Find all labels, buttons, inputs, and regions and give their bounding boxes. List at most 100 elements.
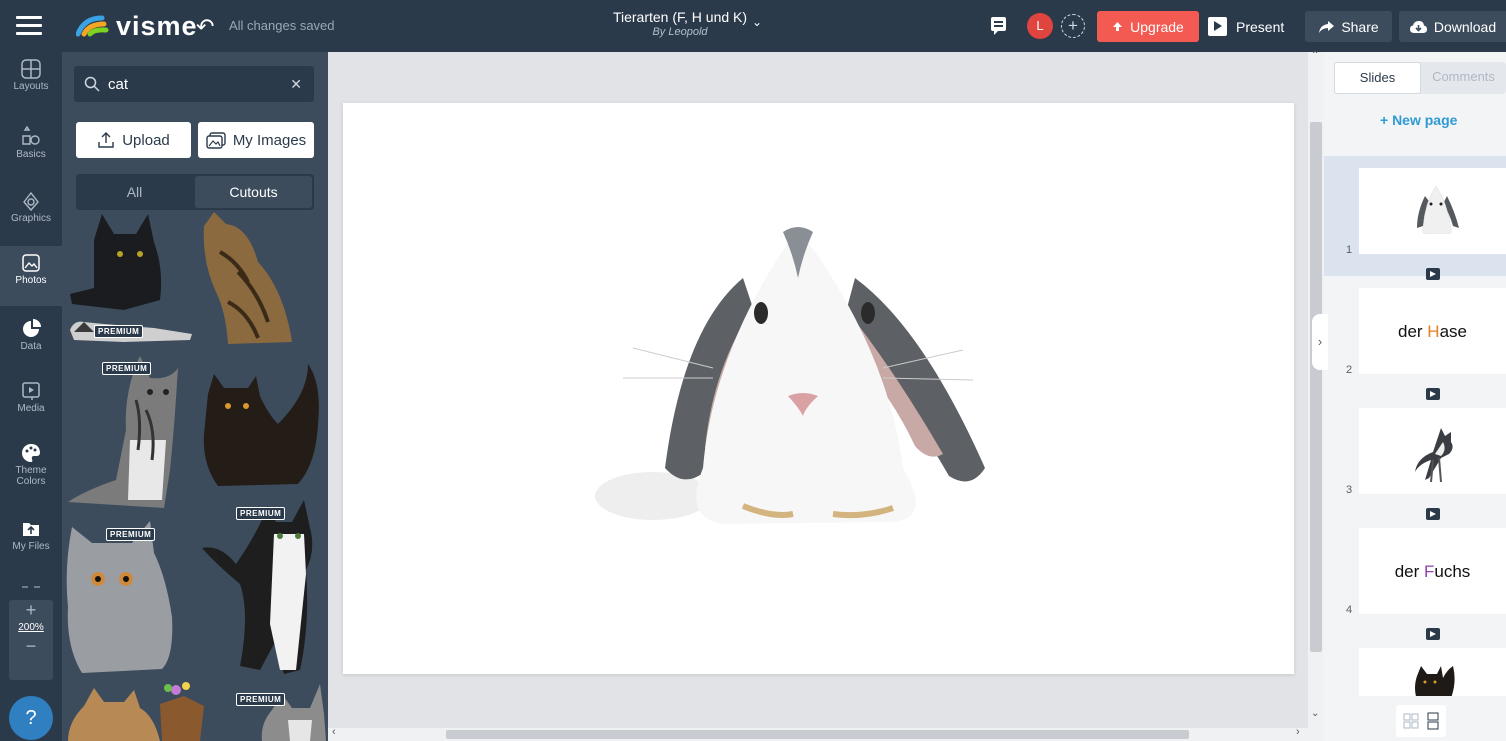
slide-text: der Fuchs [1359, 562, 1506, 582]
visme-logo-mark-icon [76, 15, 109, 37]
tab-cutouts[interactable]: Cutouts [195, 176, 312, 208]
cat-thumbnail-2[interactable] [198, 212, 298, 348]
tab-comments[interactable]: Comments [1421, 62, 1506, 94]
slides-panel: › Slides Comments + New page 1 der Hase … [1312, 52, 1506, 741]
nav-graphics-label: Graphics [10, 213, 51, 224]
cat-thumbnail-8[interactable] [64, 676, 224, 741]
horizontal-scrollbar[interactable]: ‹ › [328, 726, 1308, 741]
vertical-scrollbar[interactable]: ⌃ ⌄ [1308, 50, 1324, 741]
upload-button[interactable]: Upload [76, 122, 191, 158]
nav-photos[interactable]: Photos [0, 246, 62, 306]
nav-layouts[interactable]: Layouts [0, 58, 62, 114]
nav-data[interactable]: Data [0, 318, 62, 374]
nav-basics-label: Basics [16, 149, 46, 160]
slide-number: 3 [1346, 484, 1353, 496]
clear-search-icon[interactable]: ✕ [290, 76, 302, 93]
list-view-icon[interactable] [1427, 712, 1439, 730]
cat-thumbnail-5[interactable] [198, 354, 326, 488]
slide-thumbnail-4[interactable]: der Fuchs 4 [1324, 516, 1506, 640]
nav-media-label: Media [17, 403, 45, 414]
nav-photos-label: Photos [15, 275, 47, 286]
visme-logo[interactable]: visme [76, 10, 198, 42]
nav-my-files[interactable]: My Files [0, 518, 62, 574]
rabbit-image[interactable] [593, 218, 993, 528]
download-button[interactable]: Download [1399, 11, 1506, 42]
premium-badge: PREMIUM [106, 528, 156, 541]
document-author: By Leopold [652, 26, 708, 38]
share-button[interactable]: Share [1305, 11, 1392, 42]
app-name: visme [116, 10, 198, 41]
add-collaborator-icon[interactable]: + [1061, 14, 1085, 38]
help-button[interactable]: ? [9, 696, 53, 740]
document-title[interactable]: Tierarten (F, H und K) [580, 9, 780, 25]
share-arrow-icon [1319, 20, 1335, 33]
cat-thumbnail-7[interactable] [200, 494, 326, 680]
my-images-label: My Images [232, 131, 307, 149]
undo-icon[interactable]: ↶ [196, 14, 214, 40]
slide-thumbnail-2[interactable]: der Hase 2 [1324, 276, 1506, 400]
new-page-button[interactable]: + New page [1380, 112, 1457, 128]
fox-thumbnail-image [1415, 428, 1453, 483]
cloud-download-icon [1409, 20, 1427, 33]
view-toggle [1396, 705, 1446, 737]
premium-badge: PREMIUM [236, 507, 286, 520]
graphics-icon [23, 191, 39, 212]
slide-number: 2 [1346, 364, 1353, 376]
my-images-button[interactable]: My Images [198, 122, 314, 158]
nav-layouts-label: Layouts [13, 81, 49, 92]
zoom-in-button[interactable]: + [9, 600, 53, 620]
cat-thumbnail-1[interactable] [64, 210, 196, 316]
premium-badge: PREMIUM [102, 362, 152, 375]
search-box: ✕ [74, 66, 314, 102]
slide-thumbnail-3[interactable]: 3 [1324, 396, 1506, 520]
tab-slides[interactable]: Slides [1334, 62, 1421, 94]
slide-text-rest: ase [1439, 322, 1467, 341]
nav-divider [22, 586, 40, 588]
nav-my-files-label: My Files [12, 541, 50, 552]
premium-badge: PREMIUM [236, 693, 286, 706]
slides-panel-tabs: Slides Comments [1334, 62, 1506, 94]
vertical-scroll-thumb[interactable] [1310, 122, 1322, 652]
hamburger-menu-icon[interactable] [16, 16, 42, 36]
nav-graphics[interactable]: Graphics [0, 190, 62, 246]
my-files-icon [23, 523, 39, 536]
current-slide[interactable] [343, 103, 1294, 674]
horizontal-scroll-thumb[interactable] [446, 730, 1189, 739]
scroll-up-icon[interactable]: ⌃ [1311, 50, 1319, 61]
palette-icon [22, 444, 40, 462]
upgrade-button[interactable]: Upgrade [1097, 11, 1199, 42]
zoom-out-button[interactable]: − [9, 633, 53, 659]
play-icon [1208, 17, 1227, 36]
document-title-area[interactable]: Tierarten (F, H und K) By Leopold [580, 9, 780, 38]
slide-thumbnail-1[interactable]: 1 [1324, 156, 1506, 280]
slide-preview: der Fuchs [1359, 528, 1506, 614]
cat-thumbnail-9[interactable] [252, 680, 326, 741]
scroll-left-icon[interactable]: ‹ [332, 726, 336, 738]
cat-thumbnail-6[interactable] [62, 517, 190, 677]
present-button[interactable]: Present [1206, 11, 1298, 42]
canvas-area [328, 52, 1308, 741]
left-nav: Layouts Basics Graphics Photos Data Medi… [0, 52, 62, 741]
nav-theme-colors-label: Theme Colors [15, 465, 47, 487]
slide-preview: der Hase [1359, 288, 1506, 374]
zoom-level[interactable]: 200% [9, 622, 53, 633]
comment-icon[interactable] [991, 17, 1006, 35]
slide-preview [1359, 648, 1506, 696]
slide-text-article: der [1398, 322, 1428, 341]
slide-number: 4 [1346, 604, 1353, 616]
scroll-down-icon[interactable]: ⌄ [1311, 708, 1319, 719]
grid-view-icon[interactable] [1403, 713, 1419, 729]
tab-all[interactable]: All [76, 174, 193, 210]
panel-tabs: All Cutouts [76, 174, 314, 210]
chevron-down-icon[interactable]: ⌄ [752, 15, 762, 29]
scroll-right-icon[interactable]: › [1296, 726, 1300, 738]
slide-thumbnail-5[interactable] [1324, 636, 1506, 696]
search-input[interactable] [108, 66, 278, 102]
search-icon [84, 76, 100, 92]
media-icon [22, 382, 40, 400]
nav-theme-colors[interactable]: Theme Colors [0, 442, 62, 498]
avatar[interactable]: L [1027, 13, 1053, 39]
my-images-icon [206, 132, 226, 149]
nav-media[interactable]: Media [0, 380, 62, 436]
nav-basics[interactable]: Basics [0, 126, 62, 182]
